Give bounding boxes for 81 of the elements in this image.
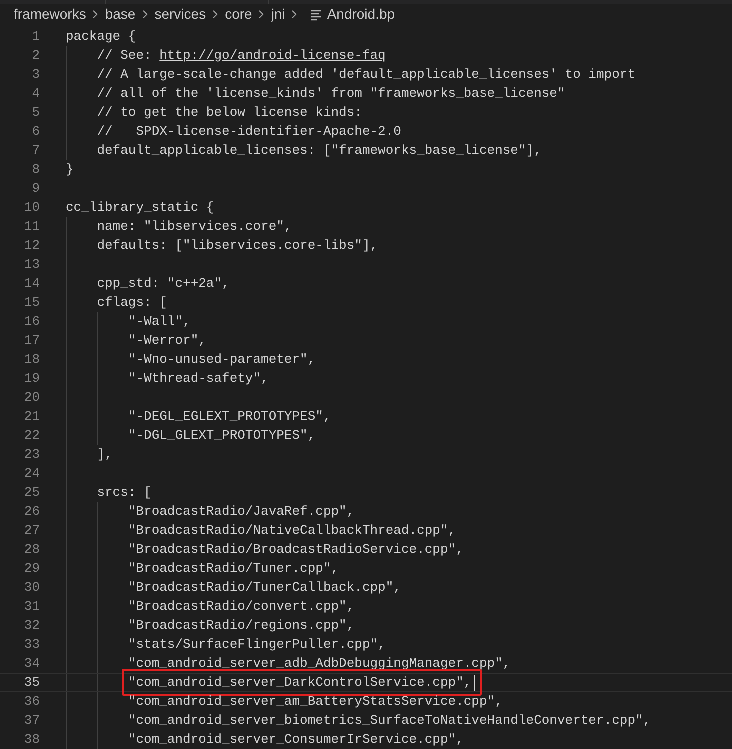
code-line: "com_android_server_DarkControlService.cpp", <box>127 674 472 692</box>
code-line: "-Wthread-safety", <box>127 370 269 388</box>
line-number: 26 <box>23 502 40 521</box>
code-line: "BroadcastRadio/BroadcastRadioService.cpp", <box>127 540 464 559</box>
code-line: "-DEGL_EGLEXT_PROTOTYPES", <box>127 408 332 426</box>
code-line: cpp_std: "c++2a", <box>96 274 230 293</box>
line-number: 19 <box>23 370 40 388</box>
line-number: 32 <box>23 616 40 635</box>
line-number: 30 <box>23 578 40 597</box>
line-number: 17 <box>23 332 40 350</box>
code-link[interactable]: http://go/android-license-faq <box>160 48 386 63</box>
line-number: 9 <box>31 180 40 198</box>
line-number: 15 <box>23 294 40 312</box>
line-number: 37 <box>23 712 40 730</box>
line-number: 11 <box>23 218 40 236</box>
line-number: 24 <box>23 464 40 483</box>
line-number: 18 <box>23 350 40 369</box>
text-cursor <box>474 674 475 690</box>
code-line: ], <box>96 446 113 464</box>
code-line: "BroadcastRadio/NativeCallbackThread.cpp", <box>127 522 456 540</box>
line-number: 16 <box>23 312 40 331</box>
code-line: defaults: ["libservices.core-libs"], <box>96 236 378 255</box>
line-number: 35 <box>23 674 40 692</box>
line-number: 23 <box>23 446 40 464</box>
code-line: srcs: [ <box>96 484 152 502</box>
breadcrumb-item[interactable]: base <box>105 4 136 25</box>
code-line: "-Werror", <box>127 332 206 350</box>
line-number: 7 <box>31 142 40 160</box>
line-number: 4 <box>31 84 40 103</box>
code-line: "-DGL_GLEXT_PROTOTYPES", <box>127 426 316 445</box>
code-line: default_applicable_licenses: ["frameworks_base_license"], <box>96 142 542 160</box>
line-number: 38 <box>23 730 40 749</box>
line-number: 21 <box>23 408 40 426</box>
code-line: "com_android_server_am_BatteryStatsService.cpp", <box>127 692 503 711</box>
code-line: "com_android_server_biometrics_SurfaceToNativeHandleConverter.cpp", <box>127 712 652 730</box>
code-line: "BroadcastRadio/JavaRef.cpp", <box>127 502 355 521</box>
code-line: package { <box>66 28 136 46</box>
line-number: 33 <box>23 636 40 654</box>
code-line: "BroadcastRadio/TunerCallback.cpp", <box>127 578 402 597</box>
line-number: 25 <box>23 484 40 502</box>
line-number: 20 <box>23 388 40 407</box>
code-line: "BroadcastRadio/Tuner.cpp", <box>127 560 340 578</box>
breadcrumb-item[interactable]: frameworks <box>14 4 86 25</box>
breadcrumb-item[interactable]: services <box>154 4 206 25</box>
code-line: "-Wno-unused-parameter", <box>127 350 316 369</box>
breadcrumb-item[interactable]: jni <box>271 4 286 25</box>
code-line: // A large-scale-change added 'default_applicable_licenses' to import <box>96 66 636 84</box>
breadcrumb-file[interactable]: Android.bp <box>327 4 396 25</box>
line-number: 34 <box>23 654 40 673</box>
line-number: 27 <box>23 522 40 540</box>
line-number: 22 <box>23 426 40 445</box>
code-line: cflags: [ <box>96 294 168 312</box>
line-number: 36 <box>23 692 40 711</box>
code-line: "-Wall", <box>127 312 191 331</box>
line-number: 10 <box>23 198 40 217</box>
line-number: 13 <box>23 256 40 274</box>
line-number: 6 <box>31 122 40 141</box>
line-number: 2 <box>31 46 40 65</box>
code-line: } <box>66 160 74 179</box>
code-line: "BroadcastRadio/convert.cpp", <box>127 598 355 616</box>
code-line: // all of the 'license_kinds' from "frameworks_base_license" <box>96 84 566 103</box>
line-number: 28 <box>23 540 40 559</box>
code-line: "com_android_server_adb_AdbDebuggingManager.cpp", <box>127 654 511 673</box>
code-line: "com_android_server_ConsumerIrService.cpp", <box>127 730 464 749</box>
code-line: // See: http://go/android-license-faq <box>96 46 386 65</box>
code-line: // SPDX-license-identifier-Apache-2.0 <box>96 122 402 141</box>
line-number: 14 <box>23 274 40 293</box>
line-number: 12 <box>23 236 40 255</box>
code-line: name: "libservices.core", <box>96 218 292 236</box>
line-number: 5 <box>31 104 40 122</box>
code-line: "stats/SurfaceFlingerPuller.cpp", <box>127 636 386 654</box>
file-lines-icon <box>310 8 322 20</box>
line-number: 3 <box>31 66 40 84</box>
line-number: 1 <box>31 28 40 46</box>
line-number: 8 <box>31 160 40 179</box>
line-number: 29 <box>23 560 40 578</box>
breadcrumb-item[interactable]: core <box>225 4 252 25</box>
code-line: cc_library_static { <box>66 198 214 217</box>
line-number: 31 <box>23 598 40 616</box>
code-line: // to get the below license kinds: <box>96 104 362 122</box>
code-line: "BroadcastRadio/regions.cpp", <box>127 616 355 635</box>
